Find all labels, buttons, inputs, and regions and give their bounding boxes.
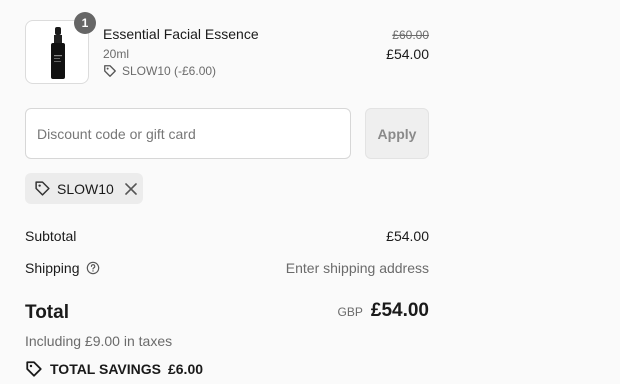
total-amount-group: GBP £54.00: [338, 300, 429, 322]
product-variant: 20ml: [103, 47, 130, 61]
tag-icon: [26, 361, 42, 377]
apply-button[interactable]: Apply: [365, 108, 429, 159]
subtotal-value: £54.00: [386, 228, 429, 244]
product-price: £54.00: [386, 46, 429, 62]
savings-label: TOTAL SAVINGS: [50, 361, 161, 377]
dropper-bottle-icon: [51, 27, 65, 79]
help-circle-icon[interactable]: [86, 261, 100, 275]
discount-code-input[interactable]: [25, 108, 351, 159]
remove-discount-button[interactable]: [124, 182, 138, 196]
shipping-row: Shipping Enter shipping address: [25, 258, 429, 278]
total-savings: TOTAL SAVINGS £6.00: [25, 360, 203, 378]
line-discount-label: SLOW10 (-£6.00): [122, 64, 217, 78]
subtotal-label: Subtotal: [25, 228, 77, 244]
original-price: £60.00: [392, 28, 429, 42]
product-name: Essential Facial Essence: [103, 26, 259, 42]
total-row: Total GBP £54.00: [25, 300, 429, 326]
tag-icon: [104, 65, 116, 77]
subtotal-row: Subtotal £54.00: [25, 226, 429, 246]
line-item: 1 Essential Facial Essence 20ml SLOW10 (…: [25, 12, 429, 84]
currency-code: GBP: [337, 305, 363, 319]
savings-value: £6.00: [167, 361, 204, 377]
quantity-badge: 1: [74, 12, 96, 34]
shipping-label: Shipping: [25, 260, 80, 276]
line-discount: SLOW10 (-£6.00): [103, 64, 216, 78]
applied-discount-code: SLOW10: [57, 180, 114, 197]
shipping-label-group: Shipping: [25, 260, 100, 276]
close-icon: [125, 182, 137, 195]
total-value: £54.00: [370, 300, 429, 321]
tag-icon: [35, 181, 50, 196]
total-label: Total: [25, 302, 69, 323]
shipping-value: Enter shipping address: [285, 260, 429, 276]
taxes-note: Including £9.00 in taxes: [25, 333, 173, 349]
applied-discount-chip: SLOW10: [25, 173, 143, 204]
